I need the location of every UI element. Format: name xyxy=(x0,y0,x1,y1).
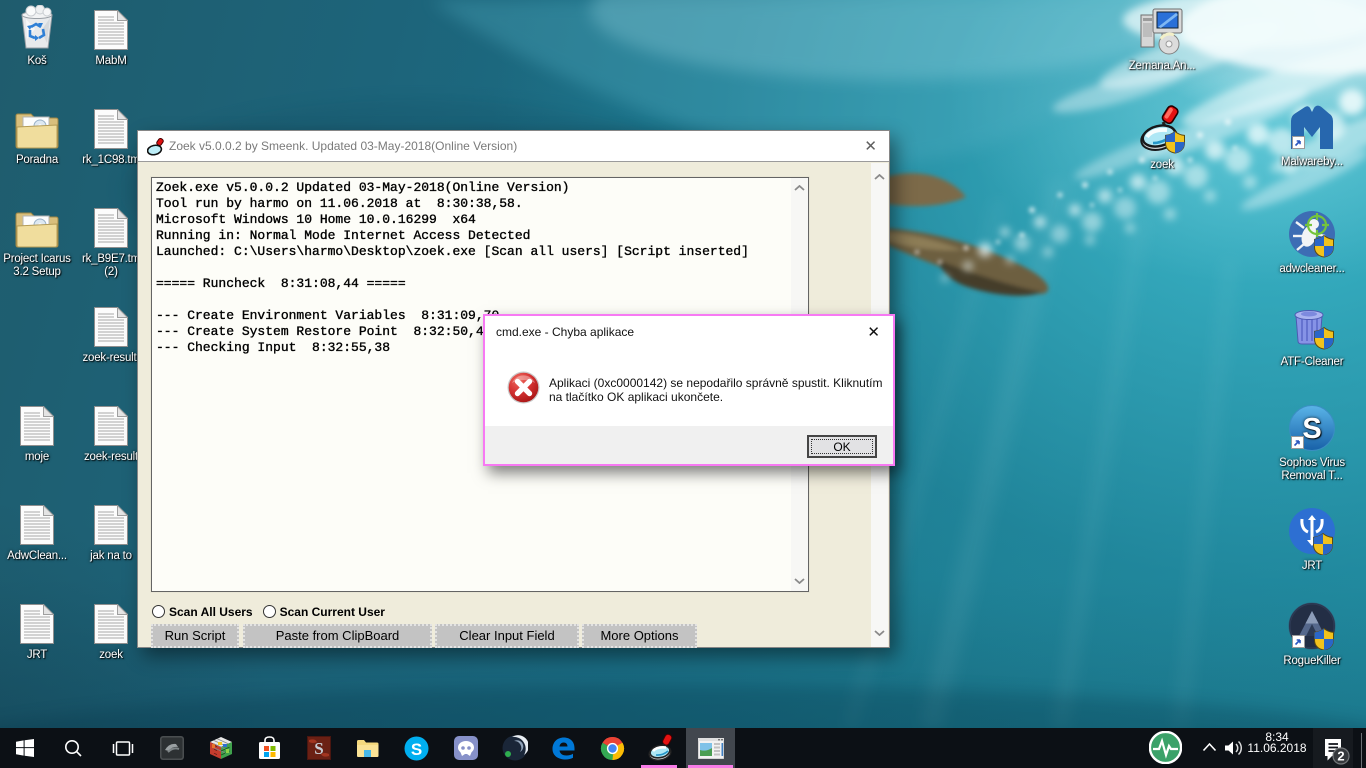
svg-text:S: S xyxy=(411,740,422,759)
svg-text:S: S xyxy=(314,739,323,758)
svg-text:2: 2 xyxy=(1337,749,1344,764)
svg-text:S: S xyxy=(1302,413,1321,445)
